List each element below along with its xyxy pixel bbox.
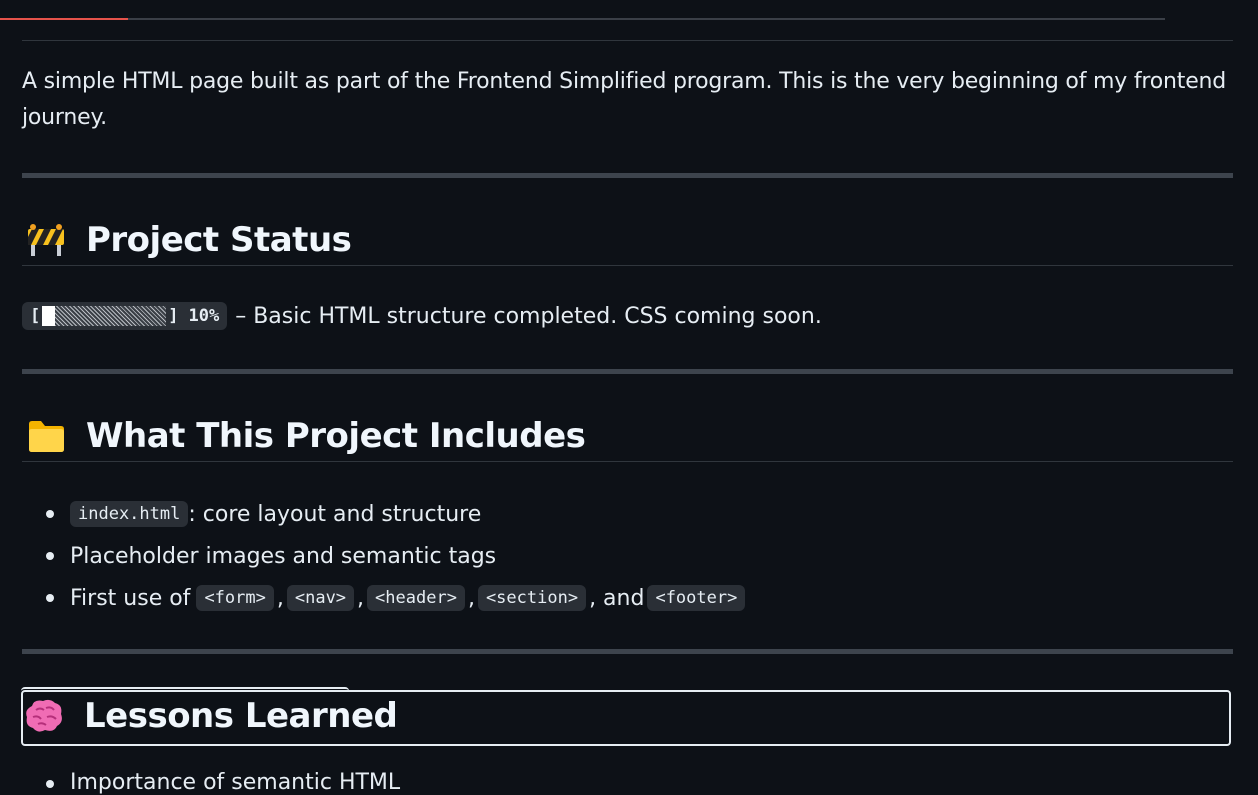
inline-code-nav-tag: <nav> xyxy=(286,585,355,611)
includes-list: index.html : core layout and structure P… xyxy=(22,493,746,619)
list-item-prefix: First use of xyxy=(70,585,191,611)
folder-icon xyxy=(26,419,66,453)
horizontal-rule xyxy=(22,369,1233,374)
list-item: First use of <form>, <nav>, <header>, <s… xyxy=(45,577,746,619)
text-progress-bar xyxy=(42,306,167,326)
comma: , xyxy=(357,585,365,611)
heading-what-this-project-includes: What This Project Includes xyxy=(22,411,1233,462)
readme-body: A simple HTML page built as part of the … xyxy=(22,64,1233,136)
inline-code-section-tag: <section> xyxy=(477,585,587,611)
list-item-partial: Importance of semantic HTML xyxy=(70,770,401,795)
list-bullet xyxy=(46,780,54,788)
comma: , xyxy=(276,585,284,611)
list-item: index.html : core layout and structure xyxy=(45,493,745,535)
list-item: Placeholder images and semantic tags xyxy=(45,535,745,577)
construction-barrier-icon xyxy=(26,223,66,257)
horizontal-rule xyxy=(22,173,1233,178)
clipped-page-title-edge xyxy=(22,0,1233,41)
text-progress-fill xyxy=(42,306,55,326)
list-item-text: Placeholder images and semantic tags xyxy=(70,543,497,569)
brain-icon xyxy=(24,699,64,733)
and-text: , and xyxy=(589,585,645,611)
intro-paragraph: A simple HTML page built as part of the … xyxy=(22,69,1227,130)
heading-title: Project Status xyxy=(86,220,352,260)
project-status-line: [ ] 10% – Basic HTML structure completed… xyxy=(22,298,822,334)
inline-code-index-html: index.html xyxy=(70,501,189,527)
inline-code-form-tag: <form> xyxy=(196,585,274,611)
comma: , xyxy=(467,585,475,611)
heading-lessons-learned[interactable]: Lessons Learned xyxy=(22,691,1233,741)
heading-title: Lessons Learned xyxy=(84,696,398,736)
status-text: – Basic HTML structure completed. CSS co… xyxy=(235,303,822,329)
horizontal-rule xyxy=(22,649,1233,654)
inline-code-header-tag: <header> xyxy=(367,585,465,611)
progress-code-snippet: [ ] 10% xyxy=(22,302,228,330)
list-item-text: : core layout and structure xyxy=(188,501,482,527)
inline-code-footer-tag: <footer> xyxy=(647,585,746,611)
progress-percent-label: 10% xyxy=(188,306,220,326)
bracket-open: [ xyxy=(30,306,41,326)
heading-title: What This Project Includes xyxy=(86,416,586,456)
bracket-close: ] xyxy=(168,306,179,326)
heading-project-status: Project Status xyxy=(22,215,1233,266)
